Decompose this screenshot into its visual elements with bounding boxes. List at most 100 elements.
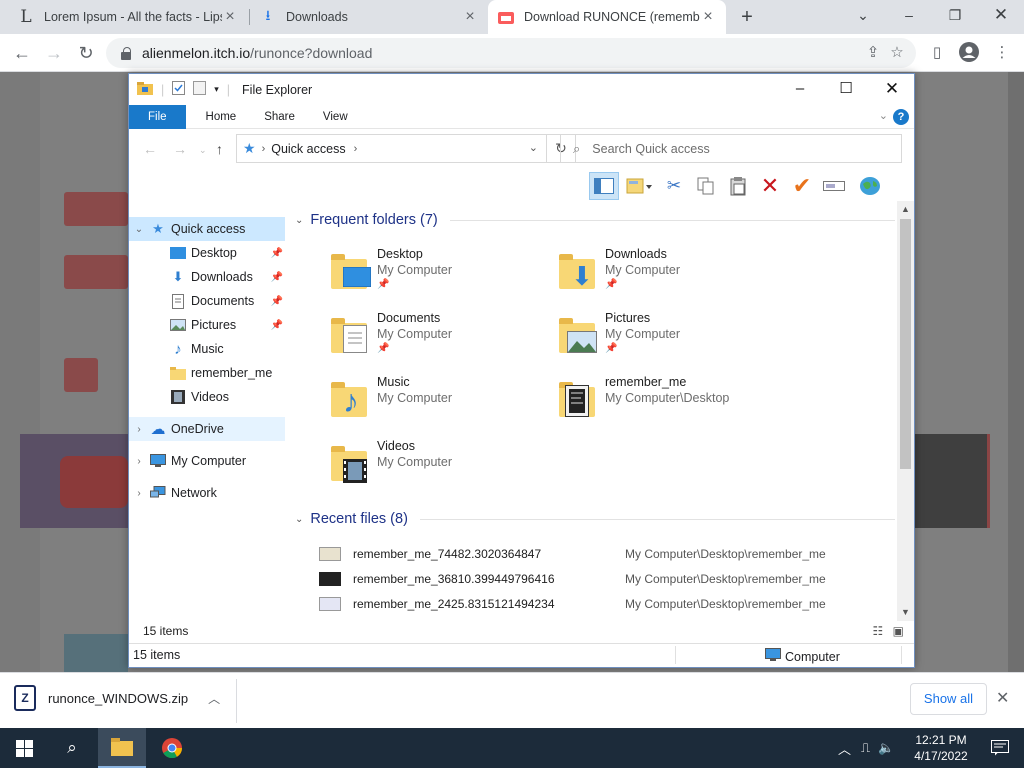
nav-item-documents[interactable]: Documents 📌 (129, 289, 285, 313)
show-all-button[interactable]: Show all (910, 683, 987, 715)
explorer-close-button[interactable]: ✕ (869, 74, 915, 105)
recent-files-header[interactable]: ⌄ Recent files (8) (295, 508, 895, 530)
folder-tile-remember-me[interactable]: remember_me My Computer\Desktop (557, 373, 777, 429)
minimize-button[interactable]: – (886, 0, 932, 32)
content-scrollbar[interactable]: ▲ ▼ (897, 201, 914, 621)
restore-button[interactable]: ❐ (932, 0, 978, 32)
file-explorer-taskbar-icon[interactable] (98, 728, 146, 768)
tab-lorem-ipsum[interactable]: L Lorem Ipsum - All the facts - Lipsum × (8, 0, 248, 34)
recent-file-row[interactable]: remember_me_2425.8315121494234 My Comput… (319, 593, 879, 615)
tab-search-chevron-icon[interactable]: ⌄ (840, 0, 886, 32)
page-scrollbar[interactable] (1008, 72, 1024, 672)
collapse-chevron-icon[interactable]: ⌄ (295, 514, 303, 525)
navigation-pane-icon[interactable] (589, 172, 619, 200)
network-icon[interactable]: ⎍ (861, 740, 870, 756)
folder-tile-pictures[interactable]: Pictures My Computer 📌 (557, 309, 777, 365)
tab-share[interactable]: Share (250, 105, 309, 129)
address-bar[interactable]: alienmelon.itch.io/runonce?download (106, 38, 916, 68)
close-icon[interactable]: × (462, 8, 478, 26)
details-view-icon[interactable]: ☷ (873, 624, 884, 638)
side-panel-icon[interactable]: ▯ (926, 42, 948, 64)
address-dropdown-icon[interactable]: ⌄ (529, 141, 538, 154)
chrome-icon[interactable] (148, 728, 196, 768)
forward-button[interactable]: → (42, 41, 66, 65)
globe-icon[interactable] (855, 172, 885, 200)
delete-icon[interactable]: ✕ (755, 172, 785, 200)
expand-chevron-icon[interactable]: › (129, 424, 149, 435)
recent-locations-chevron-icon[interactable]: ⌄ (199, 145, 207, 156)
layout-dropdown-icon[interactable] (621, 172, 657, 200)
nav-item-quick-access[interactable]: ⌄ ★ Quick access (129, 217, 285, 241)
folder-tile-downloads[interactable]: ⬇ Downloads My Computer 📌 (557, 245, 777, 301)
menu-kebab-icon[interactable]: ⋮ (991, 42, 1013, 64)
volume-icon[interactable]: 🔈 (878, 740, 894, 756)
folder-tile-documents[interactable]: Documents My Computer 📌 (329, 309, 549, 365)
paste-icon[interactable] (723, 172, 753, 200)
share-icon[interactable]: ⇪ (862, 42, 884, 64)
tab-home[interactable]: Home (192, 105, 251, 129)
copy-icon[interactable] (691, 172, 721, 200)
profile-avatar-icon[interactable] (958, 42, 980, 64)
show-hidden-icons-chevron-icon[interactable]: ︿ (838, 739, 851, 758)
new-tab-button[interactable]: + (736, 6, 758, 28)
expand-ribbon-chevron-icon[interactable]: ⌄ (879, 109, 888, 122)
close-shelf-icon[interactable]: ✕ (996, 688, 1009, 708)
recent-file-row[interactable]: remember_me_74482.3020364847 My Computer… (319, 543, 879, 565)
nav-item-downloads[interactable]: ⬇ Downloads 📌 (129, 265, 285, 289)
rename-icon[interactable] (819, 172, 849, 200)
forward-arrow-icon[interactable]: → (173, 141, 187, 157)
explorer-address-bar[interactable]: ★ › Quick access › ⌄ (236, 134, 547, 163)
close-window-button[interactable]: ✕ (978, 0, 1024, 32)
taskbar-clock[interactable]: 12:21 PM 4/17/2022 (906, 732, 976, 764)
checkmark-icon[interactable]: ✔ (787, 172, 817, 200)
customize-qat-chevron-icon[interactable]: ▾ (214, 84, 219, 95)
scroll-down-arrow-icon[interactable]: ▼ (897, 604, 914, 621)
cut-icon[interactable]: ✂ (659, 172, 689, 200)
tab-downloads[interactable]: ⭳ Downloads × (250, 0, 488, 34)
scroll-thumb[interactable] (900, 219, 911, 469)
chevron-up-icon[interactable]: ︿ (208, 690, 220, 707)
nav-item-my-computer[interactable]: › My Computer (129, 449, 285, 473)
help-icon[interactable]: ? (893, 109, 909, 125)
back-arrow-icon[interactable]: ← (143, 141, 157, 157)
properties-icon[interactable] (172, 81, 186, 98)
collapse-chevron-icon[interactable]: ⌄ (129, 224, 149, 235)
nav-item-remember-me[interactable]: remember_me (129, 361, 285, 385)
nav-item-network[interactable]: › Network (129, 481, 285, 505)
close-icon[interactable]: × (222, 8, 238, 26)
breadcrumb-quick-access[interactable]: Quick access (271, 142, 345, 156)
explorer-minimize-button[interactable]: – (777, 74, 823, 105)
download-item[interactable]: Z runonce_WINDOWS.zip ︿ (14, 685, 220, 711)
large-icons-view-icon[interactable]: ▣ (893, 624, 904, 638)
new-folder-icon[interactable] (193, 81, 207, 98)
search-icon[interactable]: ⌕ (48, 728, 96, 768)
recent-file-row[interactable]: remember_me_36810.399449796416 My Comput… (319, 568, 879, 590)
tab-file[interactable]: File (129, 104, 186, 129)
expand-chevron-icon[interactable]: › (129, 456, 149, 467)
explorer-search-box[interactable]: ⌕ Search Quick access (560, 134, 902, 163)
windows-start-icon[interactable] (0, 728, 48, 768)
close-icon[interactable]: × (700, 8, 716, 26)
nav-item-pictures[interactable]: Pictures 📌 (129, 313, 285, 337)
breadcrumb-chevron-icon[interactable]: › (262, 143, 266, 155)
breadcrumb-chevron-icon[interactable]: › (354, 143, 358, 155)
collapse-chevron-icon[interactable]: ⌄ (295, 215, 303, 226)
back-button[interactable]: ← (10, 41, 34, 65)
bookmark-star-icon[interactable]: ☆ (886, 42, 908, 64)
explorer-maximize-button[interactable]: ☐ (823, 74, 869, 105)
tab-view[interactable]: View (309, 105, 362, 129)
nav-item-desktop[interactable]: Desktop 📌 (129, 241, 285, 265)
frequent-folders-header[interactable]: ⌄ Frequent folders (7) (295, 209, 895, 231)
up-arrow-icon[interactable]: ↑ (216, 141, 223, 157)
folder-tile-videos[interactable]: Videos My Computer (329, 437, 549, 493)
notifications-icon[interactable] (976, 728, 1024, 768)
nav-item-onedrive[interactable]: › ☁ OneDrive (129, 417, 285, 441)
folder-tile-music[interactable]: ♪ Music My Computer (329, 373, 549, 429)
nav-item-videos[interactable]: Videos (129, 385, 285, 409)
reload-button[interactable]: ↻ (74, 41, 98, 65)
expand-chevron-icon[interactable]: › (129, 488, 149, 499)
folder-tile-desktop[interactable]: Desktop My Computer 📌 (329, 245, 549, 301)
scroll-up-arrow-icon[interactable]: ▲ (897, 201, 914, 218)
nav-item-music[interactable]: ♪ Music (129, 337, 285, 361)
tab-runonce[interactable]: Download RUNONCE (remember_me) × (488, 0, 726, 34)
